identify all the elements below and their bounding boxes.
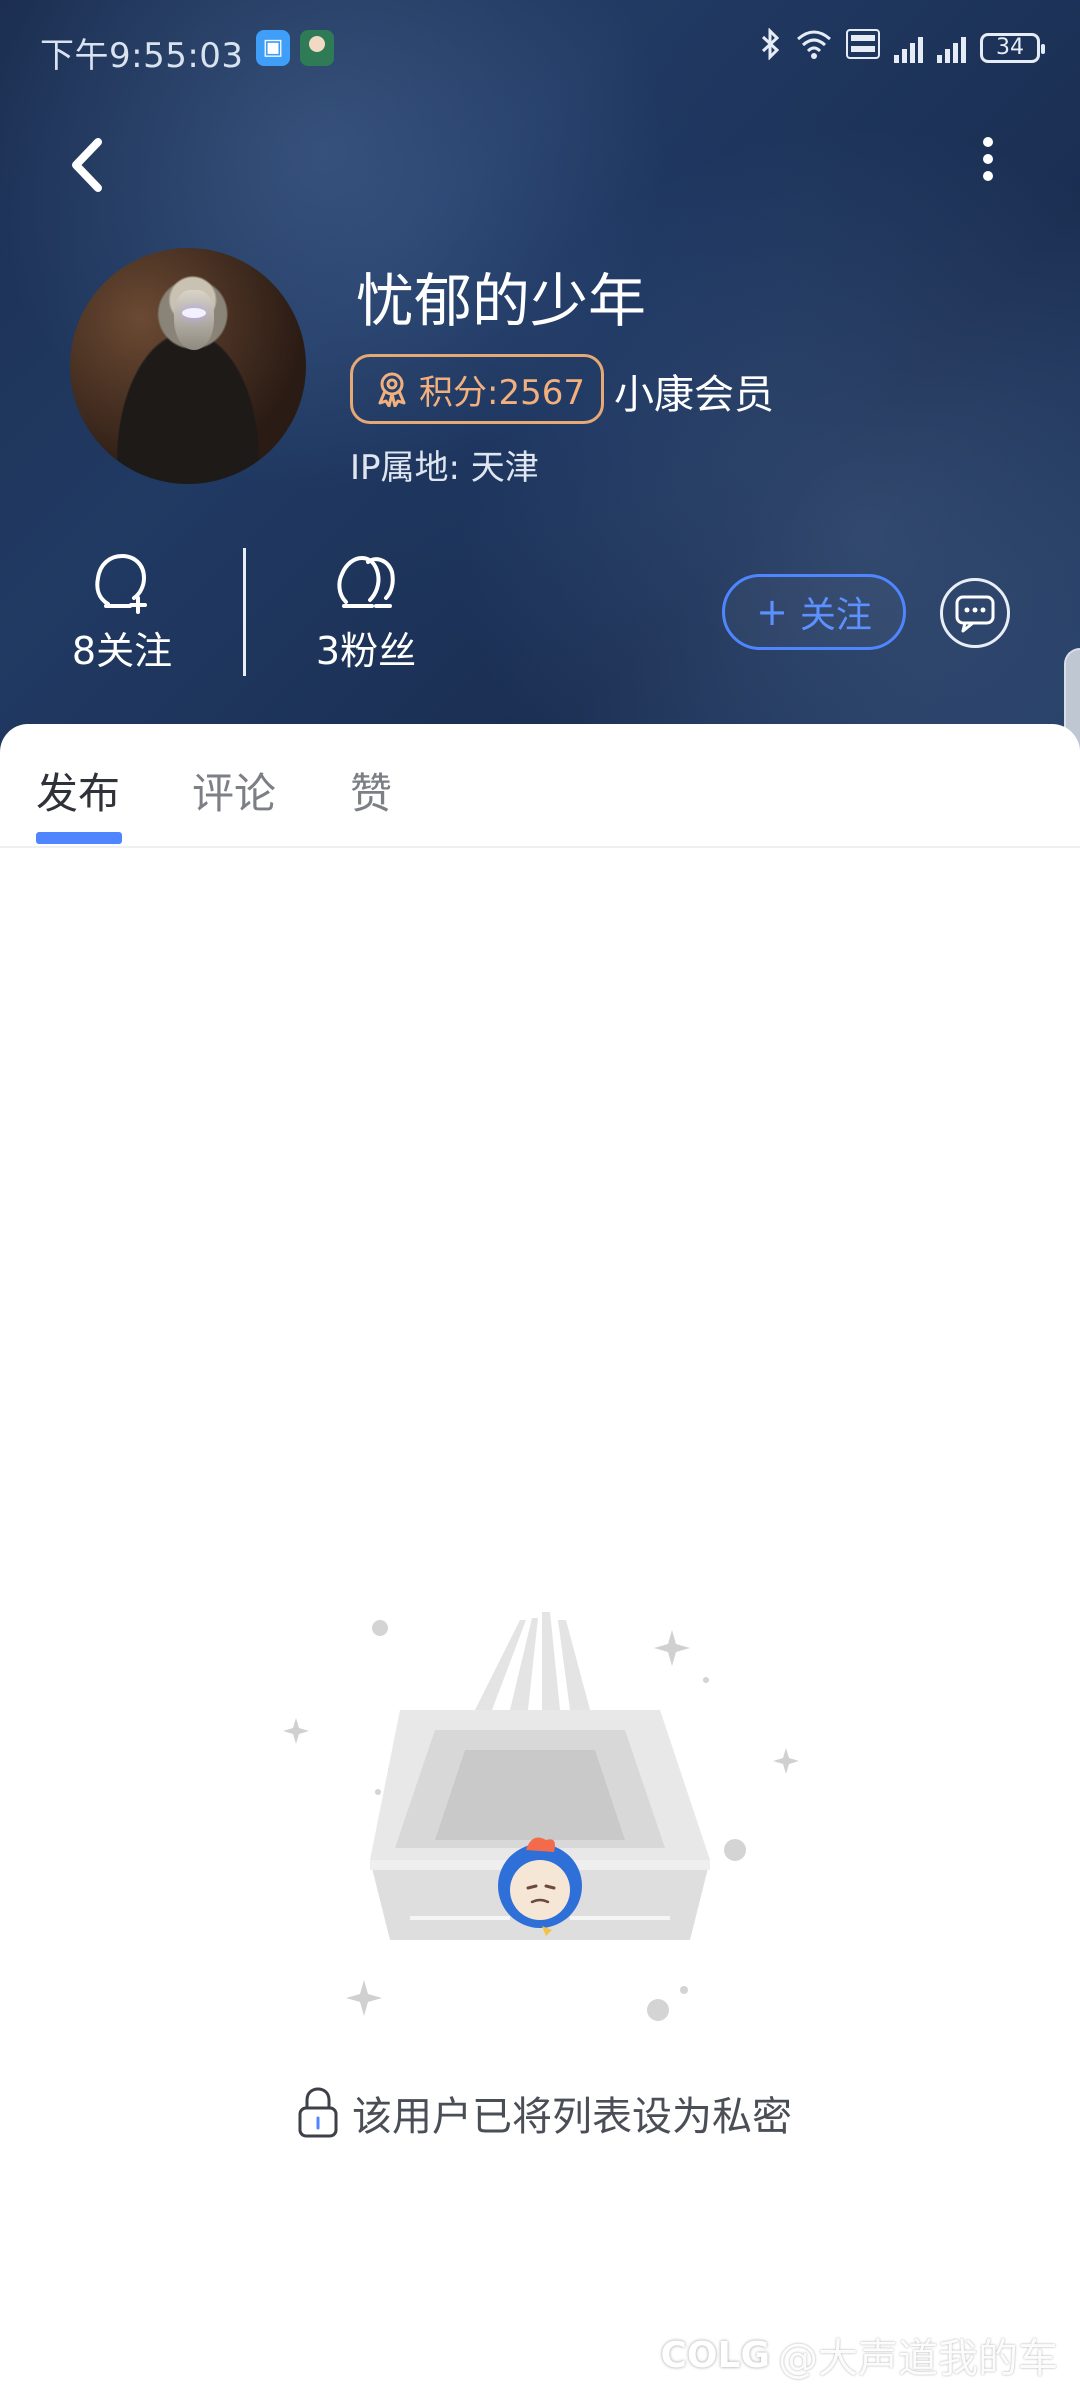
tabs-divider xyxy=(0,846,1080,848)
medal-icon xyxy=(378,372,406,407)
signal-5g-icon-1 xyxy=(894,33,923,63)
chevron-left-icon xyxy=(72,138,102,192)
status-time: 下午9:55:03 xyxy=(40,36,244,76)
ip-location: IP属地: 天津 xyxy=(350,448,539,488)
watermark: COLG @大声道我的车 xyxy=(660,2326,1058,2384)
private-list-text: 该用户已将列表设为私密 xyxy=(352,2094,792,2140)
hd-icon xyxy=(846,29,880,66)
following-stat[interactable]: 8关注 xyxy=(32,548,212,675)
notification-avatar-icon xyxy=(300,30,334,66)
plus-icon: + xyxy=(756,590,788,634)
notification-app-icon: ▣ xyxy=(256,30,290,66)
private-list-message: 该用户已将列表设为私密 xyxy=(296,2084,792,2142)
back-button[interactable] xyxy=(60,130,120,200)
fans-stat[interactable]: 3粉丝 xyxy=(276,548,456,675)
empty-state-illustration xyxy=(270,1600,810,2040)
status-indicators: 34 xyxy=(760,27,1045,67)
chat-bubble-icon xyxy=(955,595,995,633)
wifi-icon xyxy=(796,29,832,66)
status-bar: 下午9:55:03 ▣ 34 xyxy=(0,0,1080,96)
content-panel xyxy=(0,724,1080,2400)
lock-icon xyxy=(298,2087,338,2138)
active-tab-indicator xyxy=(36,832,122,844)
follow-button[interactable]: + 关注 xyxy=(722,574,906,650)
tab-likes[interactable]: 赞 xyxy=(350,760,392,821)
stats-divider xyxy=(243,548,246,676)
tab-comments[interactable]: 评论 xyxy=(192,760,276,821)
bluetooth-icon xyxy=(760,27,782,67)
follow-button-label: 关注 xyxy=(799,595,872,636)
fans-count: 3粉丝 xyxy=(315,629,417,673)
more-vertical-icon xyxy=(968,137,1008,181)
user-profile-page: 下午9:55:03 ▣ 34 忧郁的少年 积分:2567 小康会员 IP属地: … xyxy=(0,0,1080,2400)
username: 忧郁的少年 xyxy=(356,267,647,335)
watermark-logo: COLG xyxy=(660,2334,770,2376)
points-badge[interactable]: 积分:2567 xyxy=(350,354,604,424)
member-level-label: 小康会员 xyxy=(614,372,774,418)
watermark-text: @大声道我的车 xyxy=(778,2336,1058,2382)
users-icon xyxy=(332,548,400,616)
message-button[interactable] xyxy=(940,578,1010,648)
battery-icon: 34 xyxy=(980,32,1045,63)
battery-level: 34 xyxy=(996,35,1024,60)
following-count: 8关注 xyxy=(71,629,173,673)
user-add-icon xyxy=(88,548,156,616)
more-options-button[interactable] xyxy=(968,130,1008,200)
signal-5g-icon-2 xyxy=(937,33,966,63)
points-value: 积分:2567 xyxy=(419,372,585,413)
tab-publish[interactable]: 发布 xyxy=(36,760,120,821)
avatar[interactable] xyxy=(70,248,306,484)
